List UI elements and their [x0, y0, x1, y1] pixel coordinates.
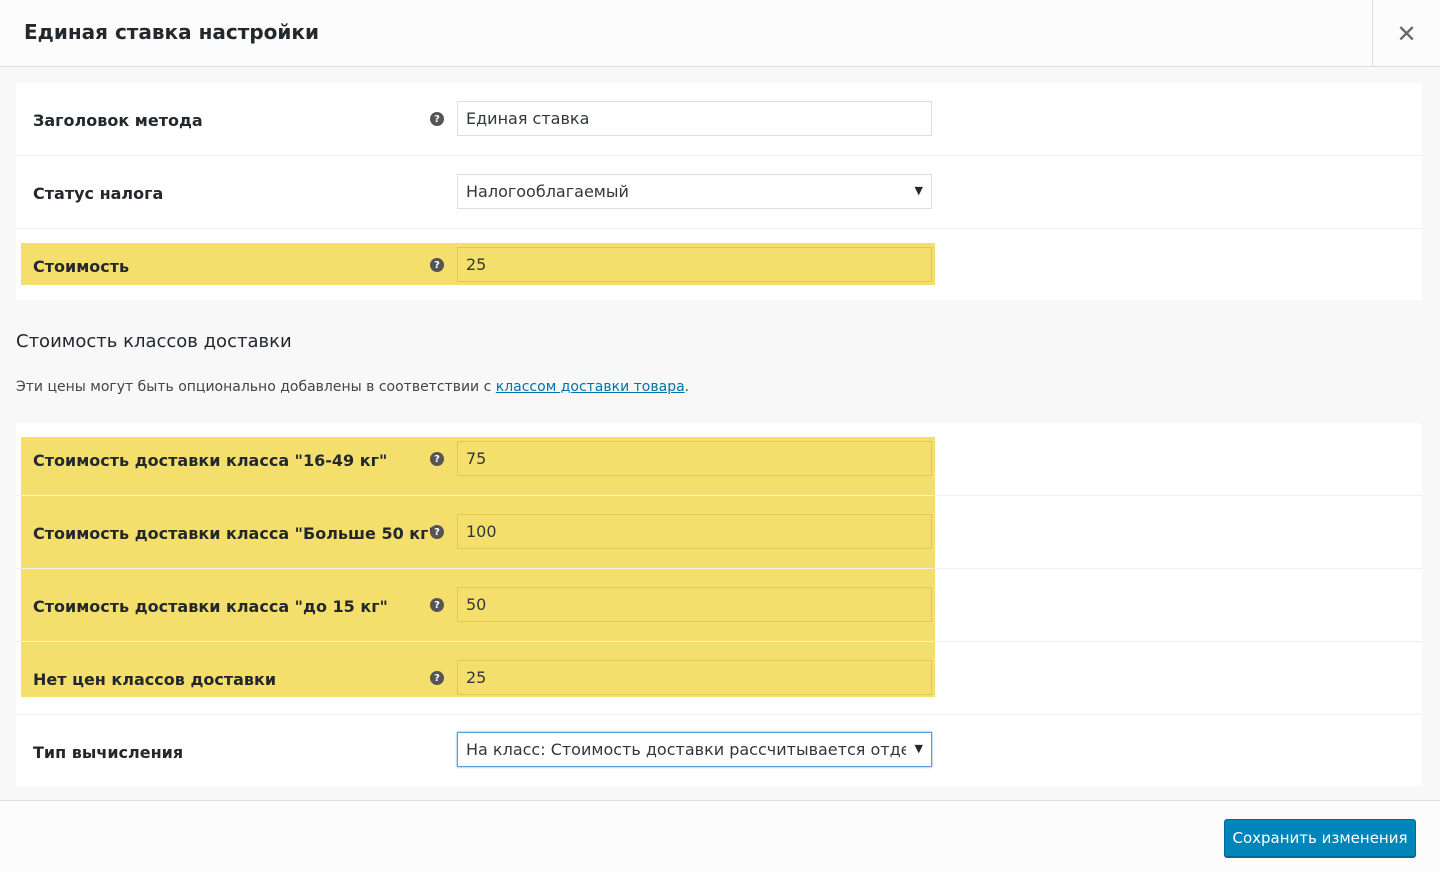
- no-class-cost-input[interactable]: 25: [457, 660, 932, 695]
- class-cost-row: Стоимость доставки класса "Больше 50 кг"…: [16, 496, 1422, 569]
- tax-status-select[interactable]: Налогооблагаемый ▼: [457, 174, 932, 209]
- modal-body: Заголовок метода ? Единая ставка Статус …: [0, 67, 1440, 800]
- cost-row: Стоимость ? 25: [16, 229, 1422, 300]
- section-description: Эти цены могут быть опционально добавлен…: [16, 379, 689, 395]
- section-title: Стоимость классов доставки: [16, 331, 292, 352]
- shipping-class-link[interactable]: классом доставки товара: [496, 379, 685, 395]
- close-button[interactable]: ✕: [1372, 0, 1440, 67]
- help-icon[interactable]: ?: [430, 112, 444, 126]
- close-icon: ✕: [1396, 19, 1417, 48]
- chevron-down-icon: ▼: [914, 742, 923, 755]
- modal-title: Единая ставка настройки: [24, 20, 319, 44]
- help-icon[interactable]: ?: [430, 671, 444, 685]
- class-cost-label: Стоимость доставки класса "Больше 50 кг": [33, 524, 437, 543]
- tax-status-value: Налогооблагаемый: [466, 182, 629, 201]
- method-title-row: Заголовок метода ? Единая ставка: [16, 83, 1422, 156]
- tax-status-label: Статус налога: [33, 184, 164, 203]
- settings-modal: Единая ставка настройки ✕ Заголовок мето…: [0, 0, 1440, 872]
- calc-type-row: Тип вычисления На класс: Стоимость доста…: [16, 715, 1422, 786]
- save-changes-button[interactable]: Сохранить изменения: [1224, 819, 1416, 857]
- description-text: Эти цены могут быть опционально добавлен…: [16, 379, 496, 395]
- help-icon[interactable]: ?: [430, 258, 444, 272]
- cost-label: Стоимость: [33, 257, 130, 276]
- help-icon[interactable]: ?: [430, 598, 444, 612]
- class-cost-input[interactable]: 50: [457, 587, 932, 622]
- class-cost-input[interactable]: 75: [457, 441, 932, 476]
- no-class-cost-row: Нет цен классов доставки ? 25: [16, 642, 1422, 715]
- chevron-down-icon: ▼: [914, 184, 923, 197]
- cost-input[interactable]: 25: [457, 247, 932, 282]
- method-title-label: Заголовок метода: [33, 111, 203, 130]
- class-cost-row: Стоимость доставки класса "до 15 кг" ? 5…: [16, 569, 1422, 642]
- help-icon[interactable]: ?: [430, 525, 444, 539]
- class-cost-label: Стоимость доставки класса "16-49 кг": [33, 451, 388, 470]
- calc-type-value: На класс: Стоимость доставки рассчитывае…: [466, 740, 906, 759]
- modal-header: Единая ставка настройки ✕: [0, 0, 1440, 67]
- tax-status-row: Статус налога Налогооблагаемый ▼: [16, 156, 1422, 229]
- help-icon[interactable]: ?: [430, 452, 444, 466]
- method-title-input[interactable]: Единая ставка: [457, 101, 932, 136]
- no-class-cost-label: Нет цен классов доставки: [33, 670, 277, 689]
- general-settings-table: Заголовок метода ? Единая ставка Статус …: [16, 83, 1422, 300]
- description-end: .: [684, 379, 690, 395]
- class-cost-input[interactable]: 100: [457, 514, 932, 549]
- modal-footer: Сохранить изменения: [0, 800, 1440, 872]
- shipping-class-table: Стоимость доставки класса "16-49 кг" ? 7…: [16, 423, 1422, 786]
- class-cost-label: Стоимость доставки класса "до 15 кг": [33, 597, 388, 616]
- calc-type-select[interactable]: На класс: Стоимость доставки рассчитывае…: [457, 732, 932, 767]
- calc-type-label: Тип вычисления: [33, 743, 184, 762]
- class-cost-row: Стоимость доставки класса "16-49 кг" ? 7…: [16, 423, 1422, 496]
